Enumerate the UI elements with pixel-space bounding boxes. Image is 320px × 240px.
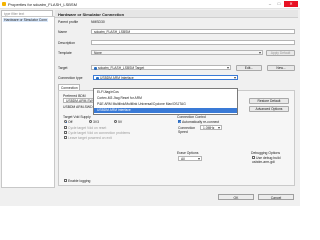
ok-button[interactable]: OK [218, 194, 254, 200]
connection-control-title: Connection Control [177, 115, 207, 119]
use-debug-build-label: Use debug build [256, 155, 281, 160]
cycle-power-label: Cycle target Vdd on reset [68, 125, 107, 130]
target-vdd-title: Target Vdd Supply [63, 115, 91, 119]
cancel-button[interactable]: Cancel [258, 194, 294, 200]
vdd-off-radio[interactable] [64, 120, 67, 123]
description-field[interactable] [91, 40, 295, 45]
description-label: Description [58, 41, 75, 45]
enable-logging-checkbox[interactable] [64, 179, 67, 182]
sidebar-tree[interactable]: Hardware or Simulator Conn [1, 16, 55, 188]
auto-reconnect-checkbox[interactable] [178, 120, 182, 124]
close-button[interactable]: ✕ [284, 1, 298, 7]
cycle-connection-label: Cycle target Vdd on connection problems [68, 130, 131, 135]
properties-dialog: Properties for sdcatm_FLASH_LSBSM – □ ✕ … [0, 0, 300, 206]
connection-type-label: Connection type [58, 76, 83, 80]
window-title: Properties for sdcatm_FLASH_LSBSM [8, 2, 77, 7]
template-value: None [94, 51, 102, 56]
auto-reconnect-label: Automatically re-connect [182, 119, 220, 124]
dropdown-item[interactable]: Cortex-M3 Jtag Reset for ARM [94, 96, 237, 101]
target-edit-button[interactable]: Edit... [236, 64, 262, 71]
erase-options-select[interactable]: All [178, 156, 202, 161]
parent-profile-label: Parent profile [58, 20, 79, 24]
page-title: Hardware or Simulator Connection [58, 11, 125, 17]
dropdown-item-selected[interactable]: USBDM ARM Interface [94, 108, 237, 113]
connection-type-value: USBDM ARM Interface [100, 76, 134, 81]
vdd-off-label: Off [68, 119, 73, 124]
sidebar-item-hardware-connection[interactable]: Hardware or Simulator Conn [3, 18, 48, 22]
target-value: sdcatm_FLASH_LSBSM Target [98, 66, 145, 71]
name-value: sdcatm_FLASH_LSBSM [94, 30, 131, 35]
apply-default-button[interactable]: Apply Default [266, 49, 295, 56]
debug-build-name: usbdm-arm-gdi [252, 160, 275, 164]
leave-powered-label: Leave target powered on exit [68, 135, 112, 140]
template-select[interactable]: None [91, 50, 263, 55]
debugging-options-title: Debugging Options [251, 151, 281, 155]
target-new-button[interactable]: New... [267, 64, 295, 71]
advanced-options-button[interactable]: Advanced Options [249, 105, 289, 112]
erase-options-value: All [181, 157, 185, 162]
connection-speed-select[interactable]: 1.0MHz [200, 125, 222, 130]
leave-powered-checkbox[interactable] [64, 136, 67, 139]
vdd-5v-label: 5V [118, 119, 123, 124]
vdd-5v-radio[interactable] [114, 120, 117, 123]
page-header: Hardware or Simulator Connection [55, 10, 298, 18]
minimize-button[interactable]: – [266, 1, 274, 7]
use-debug-build-checkbox[interactable] [252, 156, 255, 159]
connection-speed-value: 1.0MHz [203, 126, 215, 131]
vdd-3v3-radio[interactable] [89, 120, 92, 123]
filter-placeholder: type filter text [4, 11, 25, 16]
parent-profile-value: NMSD30 [91, 20, 105, 24]
target-label: Target [58, 66, 68, 70]
template-label: Template [58, 51, 72, 55]
connection-type-select[interactable]: USBDM ARM Interface [93, 75, 238, 80]
name-label: Name [58, 30, 68, 34]
erase-options-title: Erase Options [177, 151, 199, 155]
vdd-3v3-label: 3V3 [93, 119, 100, 124]
cycle-connection-checkbox[interactable] [64, 131, 67, 134]
title-bar: Properties for sdcatm_FLASH_LSBSM – □ ✕ [0, 0, 300, 9]
connection-speed-label: Connection Speed [178, 125, 196, 134]
target-select[interactable]: sdcatm_FLASH_LSBSM Target [91, 65, 231, 70]
app-icon [2, 2, 6, 6]
cycle-power-checkbox[interactable] [64, 126, 67, 129]
connection-type-icon [95, 76, 99, 80]
dropdown-item[interactable]: ELF/Jtag/eCos [94, 90, 237, 95]
enable-logging-label: Enable logging [68, 178, 91, 183]
dropdown-item[interactable]: P&E ARM Multilink/Multilink Universal/Cy… [94, 102, 237, 107]
restore-default-button[interactable]: Restore Default [249, 97, 289, 104]
name-field[interactable]: sdcatm_FLASH_LSBSM [91, 29, 295, 34]
target-icon [93, 66, 97, 70]
connection-type-dropdown-list[interactable]: ELF/Jtag/eCos Cortex-M3 Jtag Reset for A… [93, 88, 238, 115]
maximize-button[interactable]: □ [275, 1, 283, 7]
